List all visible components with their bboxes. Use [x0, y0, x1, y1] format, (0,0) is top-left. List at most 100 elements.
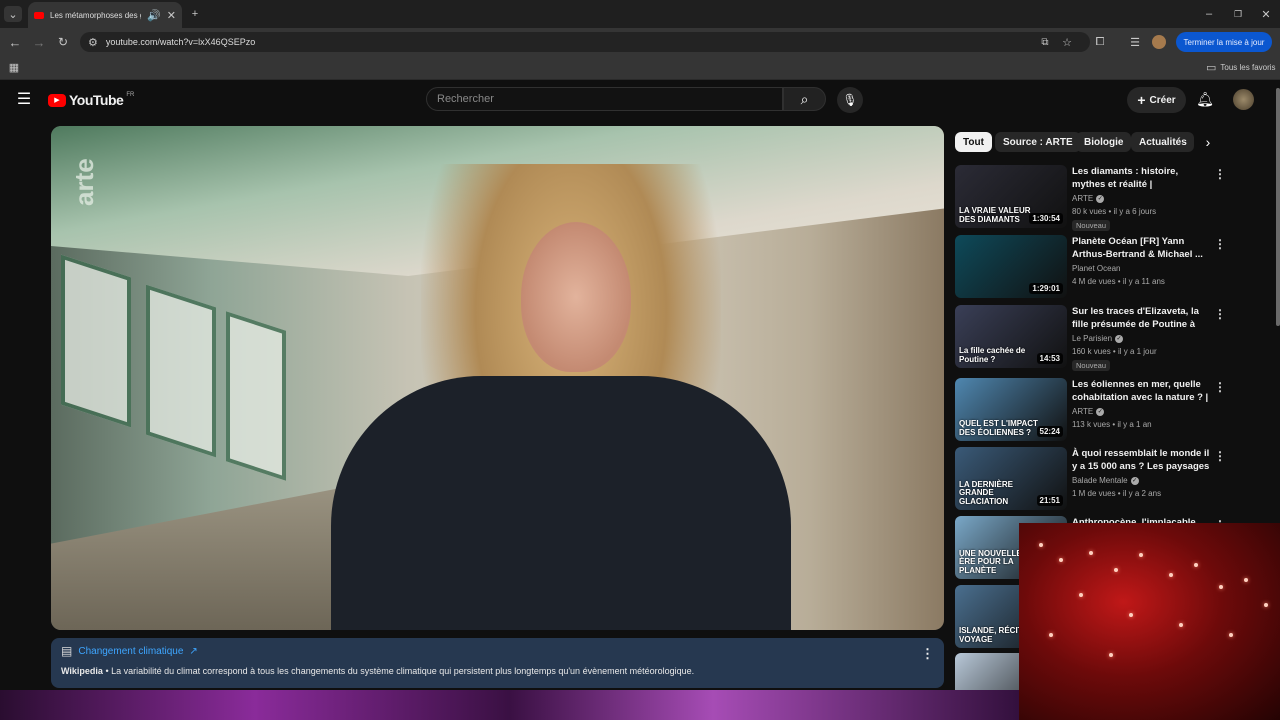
video-thumbnail[interactable]: La fille cachée de Poutine ? 14:53: [955, 305, 1067, 368]
info-panel-text: Wikipedia • La variabilité du climat cor…: [61, 666, 695, 676]
all-bookmarks-label: Tous les favoris: [1220, 63, 1276, 72]
new-tab-button[interactable]: +: [188, 7, 202, 21]
video-title[interactable]: Les diamants : histoire, mythes et réali…: [1072, 165, 1210, 192]
notifications-bell-icon[interactable]: 🔔︎: [1196, 91, 1214, 107]
maximize-window-button[interactable]: ❐: [1231, 7, 1245, 21]
reload-button[interactable]: ↻: [56, 35, 70, 49]
overlay-strip: [0, 690, 1019, 720]
more-options-icon[interactable]: ⋮: [1214, 449, 1226, 463]
update-label: Terminer la mise à jour: [1183, 37, 1265, 47]
channel-name-text: Planet Ocean: [1072, 264, 1121, 273]
video-thumbnail[interactable]: LA VRAIE VALEUR DES DIAMANTS 1:30:54: [955, 165, 1067, 228]
page-scrollbar[interactable]: [1276, 88, 1280, 326]
channel-name[interactable]: ARTE ✓: [1072, 194, 1105, 203]
video-title[interactable]: À quoi ressemblait le monde il y a 15 00…: [1072, 447, 1210, 474]
url-text[interactable]: youtube.com/watch?v=lxX46QSEPzo: [106, 37, 255, 47]
chips-next-arrow-icon[interactable]: ›: [1200, 134, 1216, 150]
close-tab-icon[interactable]: ✕: [167, 9, 176, 22]
chip-biology[interactable]: Biologie: [1076, 132, 1132, 152]
fairy-light: [1039, 543, 1043, 547]
fairy-light: [1089, 551, 1093, 555]
related-video-item[interactable]: LA VRAIE VALEUR DES DIAMANTS 1:30:54 Les d…: [955, 165, 1226, 231]
menu-icon[interactable]: ☰: [16, 91, 32, 108]
minimize-window-button[interactable]: –: [1202, 7, 1216, 21]
voice-search-button[interactable]: 🎙: [837, 87, 863, 113]
video-thumbnail[interactable]: QUEL EST L'IMPACT DES ÉOLIENNES ? 52:24: [955, 378, 1067, 441]
tab-search-icon[interactable]: ⌄: [4, 6, 22, 22]
channel-name[interactable]: ARTE ✓: [1072, 407, 1105, 416]
video-player[interactable]: arte: [51, 126, 944, 630]
chip-news[interactable]: Actualités: [1131, 132, 1194, 152]
audio-playing-icon[interactable]: 🔊: [147, 9, 161, 22]
channel-name-text: Balade Mentale: [1072, 476, 1128, 485]
chip-all[interactable]: Tout: [955, 132, 992, 152]
search-placeholder: Rechercher: [437, 93, 494, 105]
video-thumbnail[interactable]: 1:29:01: [955, 235, 1067, 298]
search-input[interactable]: Rechercher: [426, 87, 783, 111]
profile-avatar[interactable]: [1152, 35, 1166, 49]
youtube-logo[interactable]: ▶ YouTube FR: [48, 92, 134, 108]
video-duration: 1:30:54: [1029, 213, 1063, 224]
verified-check-icon: ✓: [1130, 476, 1139, 485]
apps-grid-icon[interactable]: ▦: [7, 60, 21, 74]
related-video-item[interactable]: La fille cachée de Poutine ? 14:53 Sur les…: [955, 305, 1226, 371]
fairy-light: [1049, 633, 1053, 637]
related-video-item[interactable]: QUEL EST L'IMPACT DES ÉOLIENNES ? 52:24 Le…: [955, 378, 1226, 442]
info-panel-more-icon[interactable]: ⋮: [921, 646, 934, 662]
info-panel-title[interactable]: Changement climatique: [78, 646, 183, 657]
extensions-icon[interactable]: ⧠: [1093, 35, 1107, 49]
presenter-body: [331, 376, 791, 630]
update-browser-button[interactable]: Terminer la mise à jour: [1176, 32, 1272, 52]
video-title[interactable]: Sur les traces d'Elizaveta, la fille pré…: [1072, 305, 1210, 332]
search-button[interactable]: ⌕: [783, 87, 826, 111]
fairy-light: [1079, 593, 1083, 597]
more-options-icon[interactable]: ⋮: [1214, 307, 1226, 321]
forward-button[interactable]: →: [32, 35, 46, 50]
info-panel-description: La variabilité du climat correspond à to…: [111, 666, 695, 676]
fairy-light: [1194, 563, 1198, 567]
reading-list-icon[interactable]: ☰: [1128, 35, 1142, 49]
video-thumbnail[interactable]: LA DERNIÈRE GRANDE GLACIATION 21:51: [955, 447, 1067, 510]
info-panel-source: Wikipedia: [61, 666, 103, 676]
chip-source-arte[interactable]: Source : ARTE: [995, 132, 1081, 152]
video-duration: 21:51: [1036, 495, 1063, 506]
related-video-item[interactable]: 1:29:01 Planète Océan [FR] Yann Arthus-Be…: [955, 235, 1226, 299]
folder-icon: ▭: [1206, 62, 1217, 74]
video-title[interactable]: Les éoliennes en mer, quelle cohabitatio…: [1072, 378, 1210, 405]
more-options-icon[interactable]: ⋮: [1214, 237, 1226, 251]
account-avatar[interactable]: [1233, 89, 1254, 110]
youtube-favicon-icon: [34, 11, 44, 19]
more-options-icon[interactable]: ⋮: [1214, 167, 1226, 181]
more-options-icon[interactable]: ⋮: [1214, 380, 1226, 394]
search-icon: ⌕: [800, 90, 809, 107]
webcam-overlay: [1019, 523, 1280, 720]
fairy-light: [1179, 623, 1183, 627]
channel-name[interactable]: Le Parisien ✓: [1072, 334, 1124, 343]
tab-title: Les métamorphoses des gla: [50, 10, 142, 20]
site-info-icon[interactable]: ⚙: [88, 36, 98, 49]
channel-name[interactable]: Planet Ocean: [1072, 264, 1120, 273]
plus-icon: +: [1137, 92, 1146, 108]
fairy-light: [1059, 558, 1063, 562]
create-button[interactable]: + Créer: [1127, 87, 1186, 113]
address-bar[interactable]: ⚙ youtube.com/watch?v=lxX46QSEPzo: [80, 32, 1090, 52]
back-button[interactable]: ←: [8, 35, 22, 50]
all-bookmarks-button[interactable]: ▭ Tous les favoris: [1206, 61, 1276, 74]
youtube-play-icon: ▶: [48, 93, 66, 107]
thumbnail-caption: La fille cachée de Poutine ?: [959, 346, 1026, 364]
bookmark-star-icon[interactable]: ☆: [1060, 35, 1074, 49]
new-badge: Nouveau: [1072, 360, 1111, 371]
video-frame-window: [146, 284, 216, 458]
channel-name[interactable]: Balade Mentale ✓: [1072, 476, 1139, 485]
install-app-icon[interactable]: ⧉: [1038, 35, 1052, 49]
related-video-item[interactable]: LA DERNIÈRE GRANDE GLACIATION 21:51 À quoi…: [955, 447, 1226, 511]
video-meta: 113 k vues • il y a 1 an: [1072, 420, 1152, 429]
presenter-face: [521, 222, 631, 372]
region-code: FR: [126, 92, 135, 98]
browser-tab[interactable]: Les métamorphoses des gla 🔊 ✕: [28, 2, 182, 28]
video-title[interactable]: Planète Océan [FR] Yann Arthus-Bertrand …: [1072, 235, 1210, 262]
close-window-button[interactable]: ✕: [1259, 7, 1273, 21]
external-link-icon[interactable]: ↗: [189, 646, 197, 657]
video-frame-window: [226, 311, 286, 481]
video-meta: 80 k vues • il y a 6 jours: [1072, 207, 1157, 216]
